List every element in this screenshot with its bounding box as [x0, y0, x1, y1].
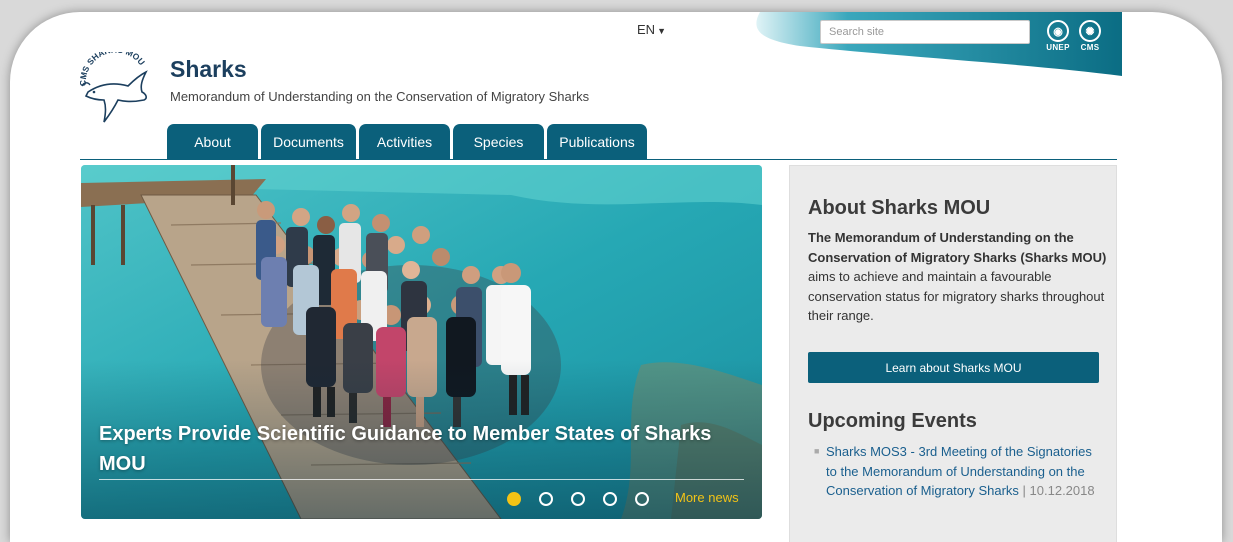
nav-tab-about[interactable]: About: [167, 124, 258, 159]
unep-logo-label: UNEP: [1046, 43, 1070, 52]
carousel-dot-2[interactable]: [539, 492, 553, 506]
carousel-dot-4[interactable]: [603, 492, 617, 506]
unep-logo[interactable]: ◉ UNEP: [1044, 20, 1072, 52]
event-item: ■ Sharks MOS3 - 3rd Meeting of the Signa…: [814, 444, 1095, 498]
browser-frame: EN▼ ◉ UNEP ✺ CMS CMS SHARKS MOU Sharks M…: [10, 12, 1222, 542]
events-heading: Upcoming Events: [808, 410, 977, 432]
site-subtitle: Memorandum of Understanding on the Conse…: [170, 89, 590, 104]
site-title[interactable]: Sharks: [170, 56, 247, 83]
about-description: The Memorandum of Understanding on the C…: [808, 228, 1108, 326]
about-description-rest: aims to achieve and maintain a favourabl…: [808, 269, 1105, 323]
carousel-dot-5[interactable]: [635, 492, 649, 506]
cms-logo-label: CMS: [1080, 43, 1100, 52]
about-description-bold: The Memorandum of Understanding on the C…: [808, 230, 1107, 265]
carousel-dots: [507, 492, 667, 506]
nav-tab-publications[interactable]: Publications: [547, 124, 647, 159]
language-selector[interactable]: EN ▼: [637, 22, 666, 37]
learn-about-button[interactable]: Learn about Sharks MOU: [808, 352, 1099, 383]
sharks-logo[interactable]: CMS SHARKS MOU: [80, 52, 152, 128]
carousel-dot-3[interactable]: [571, 492, 585, 506]
nav-tab-species[interactable]: Species: [453, 124, 544, 159]
cms-logo[interactable]: ✺ CMS: [1076, 20, 1104, 52]
nav-tab-documents[interactable]: Documents: [261, 124, 356, 159]
language-label: EN: [637, 22, 656, 37]
nav-tab-activities[interactable]: Activities: [359, 124, 450, 159]
carousel-dot-1[interactable]: [507, 492, 521, 506]
about-heading: About Sharks MOU: [808, 197, 991, 219]
hero-headline[interactable]: Experts Provide Scientific Guidance to M…: [99, 419, 719, 479]
unep-logo-icon: ◉: [1047, 20, 1069, 42]
more-news-link[interactable]: More news: [675, 490, 739, 505]
event-date: 10.12.2018: [1029, 483, 1095, 498]
caret-down-icon: ▼: [657, 26, 666, 36]
main-nav: About Documents Activities Species Publi…: [167, 124, 650, 159]
page: EN▼ ◉ UNEP ✺ CMS CMS SHARKS MOU Sharks M…: [10, 12, 1222, 542]
hero-carousel[interactable]: Experts Provide Scientific Guidance to M…: [81, 165, 762, 519]
cms-logo-icon: ✺: [1079, 20, 1101, 42]
hero-divider: [99, 479, 744, 480]
bullet-icon: ■: [814, 446, 820, 456]
nav-divider: [80, 159, 1117, 160]
search-input[interactable]: [820, 20, 1030, 44]
sidebar-panel: About Sharks MOU The Memorandum of Under…: [789, 165, 1117, 542]
